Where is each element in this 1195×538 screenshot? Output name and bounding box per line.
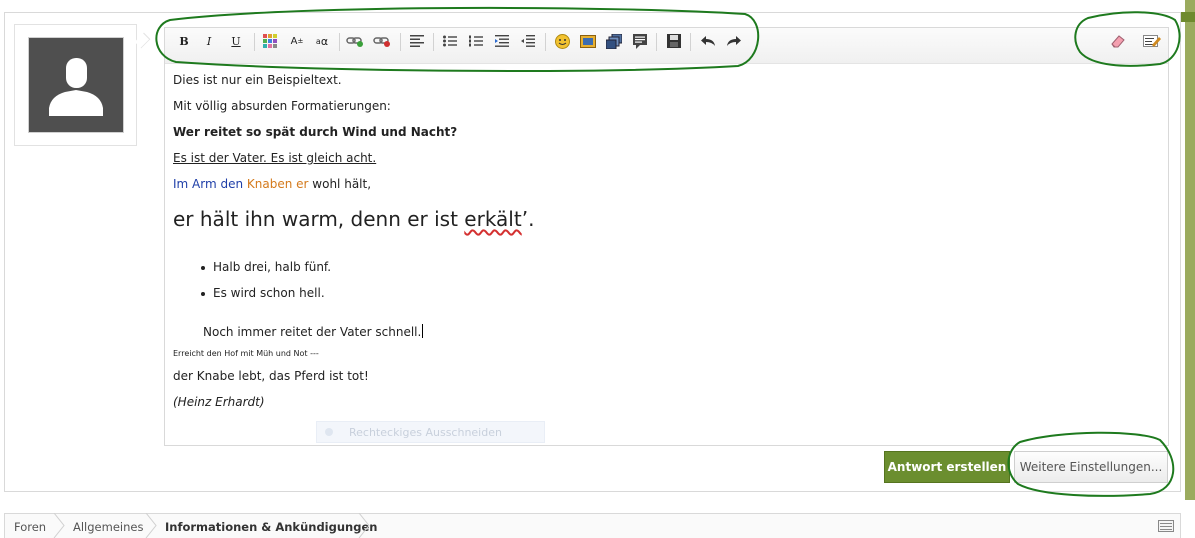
- text-line: Mit völlig absurden Formatierungen:: [173, 99, 391, 113]
- submit-reply-button[interactable]: Antwort erstellen: [884, 451, 1010, 483]
- link-remove-icon: [373, 37, 390, 47]
- save-icon: [667, 34, 681, 48]
- toggle-bbcode-button[interactable]: [1141, 30, 1163, 52]
- toolbar-separator: [400, 33, 401, 51]
- orange-text: Knaben er: [246, 177, 309, 191]
- numbered-list-icon: [469, 35, 483, 47]
- user-silhouette-icon: [49, 58, 103, 116]
- small-text-line: Erreicht den Hof mit Müh und Not ---: [173, 349, 319, 358]
- toolbar-separator: [433, 33, 434, 51]
- quote-icon: [633, 33, 647, 49]
- quote-button[interactable]: [629, 30, 651, 52]
- ghost-dot-icon: [325, 428, 333, 436]
- misspelled-word: erkält: [464, 207, 522, 231]
- text-line: der Knabe lebt, das Pferd ist tot!: [173, 369, 369, 383]
- align-button[interactable]: [406, 30, 428, 52]
- redo-button[interactable]: [723, 30, 745, 52]
- italic-text-line: (Heinz Erhardt): [173, 395, 265, 409]
- font-family-button[interactable]: aα: [311, 30, 333, 52]
- bullet-list-button[interactable]: [439, 30, 461, 52]
- edit-source-icon: [1143, 35, 1161, 47]
- page-edge-strip: [1185, 0, 1195, 500]
- text-cursor: [422, 324, 424, 338]
- toolbar-separator: [545, 33, 546, 51]
- eraser-icon: [1111, 35, 1125, 48]
- italic-button[interactable]: I: [198, 30, 220, 52]
- message-editor[interactable]: [164, 27, 1169, 446]
- toolbar-separator: [254, 33, 255, 51]
- outdent-icon: [495, 35, 509, 47]
- toolbar-separator: [656, 33, 657, 51]
- insert-image-button[interactable]: [577, 30, 599, 52]
- bullet-dot: [201, 266, 205, 270]
- remove-link-button[interactable]: [371, 30, 393, 52]
- list-item: Es wird schon hell.: [213, 286, 325, 300]
- breadcrumb-item-current[interactable]: Informationen & Ankündigungen: [165, 520, 377, 534]
- indent-button[interactable]: [517, 30, 539, 52]
- bold-button[interactable]: B: [173, 30, 195, 52]
- font-size-button[interactable]: A ±: [286, 30, 308, 52]
- bullet-list-icon: [443, 35, 457, 47]
- font-icon-alpha: α: [320, 34, 329, 48]
- indented-text-line: Noch immer reitet der Vater schnell.: [203, 324, 424, 339]
- blue-text: Im Arm den: [173, 177, 247, 191]
- bold-text-line: Wer reitet so spät durch Wind und Nacht?: [173, 125, 458, 139]
- numbered-list-button[interactable]: [465, 30, 487, 52]
- underlined-text-line: Es ist der Vater. Es ist gleich acht.: [173, 151, 377, 165]
- avatar-frame: [14, 24, 137, 146]
- color-picker-button[interactable]: [259, 30, 281, 52]
- font-size-icon: A: [290, 35, 298, 47]
- outdent-button[interactable]: [491, 30, 513, 52]
- ghost-tooltip: Rechteckiges Ausschneiden: [316, 421, 545, 443]
- breadcrumb-item-forums[interactable]: Foren: [14, 520, 46, 534]
- plain-text: wohl hält,: [308, 177, 372, 191]
- align-left-icon: [410, 35, 424, 47]
- bullet-dot: [201, 292, 205, 296]
- remove-formatting-button[interactable]: [1107, 30, 1129, 52]
- toolbar-separator: [339, 33, 340, 51]
- large-text-line: er hält ihn warm, denn er ist erkält’.: [173, 207, 534, 231]
- redo-icon: [727, 36, 741, 46]
- undo-icon: [701, 36, 715, 46]
- save-draft-button[interactable]: [663, 30, 685, 52]
- link-add-icon: [346, 37, 363, 47]
- more-options-button[interactable]: Weitere Einstellungen...: [1014, 451, 1168, 483]
- color-grid-icon: [263, 34, 277, 48]
- smilie-button[interactable]: [551, 30, 573, 52]
- undo-button[interactable]: [697, 30, 719, 52]
- avatar: [28, 37, 124, 133]
- list-item: Halb drei, halb fünf.: [213, 260, 332, 274]
- large-text-end: ’.: [521, 207, 535, 231]
- underline-button[interactable]: U: [225, 30, 247, 52]
- text-line: Dies ist nur ein Beispieltext.: [173, 73, 342, 87]
- media-icon: [606, 33, 622, 49]
- insert-media-button[interactable]: [603, 30, 625, 52]
- toolbar-separator: [690, 33, 691, 51]
- insert-link-button[interactable]: [344, 30, 366, 52]
- ghost-label: Rechteckiges Ausschneiden: [349, 425, 502, 439]
- colored-text-line: Im Arm den Knaben er wohl hält,: [173, 177, 371, 191]
- indented-text: Noch immer reitet der Vater schnell.: [203, 325, 422, 339]
- breadcrumb-item-general[interactable]: Allgemeines: [73, 520, 143, 534]
- large-text: er hält ihn warm, denn er ist: [173, 207, 465, 231]
- image-icon: [580, 34, 596, 48]
- smiley-icon: [554, 33, 570, 49]
- indent-icon: [521, 35, 535, 47]
